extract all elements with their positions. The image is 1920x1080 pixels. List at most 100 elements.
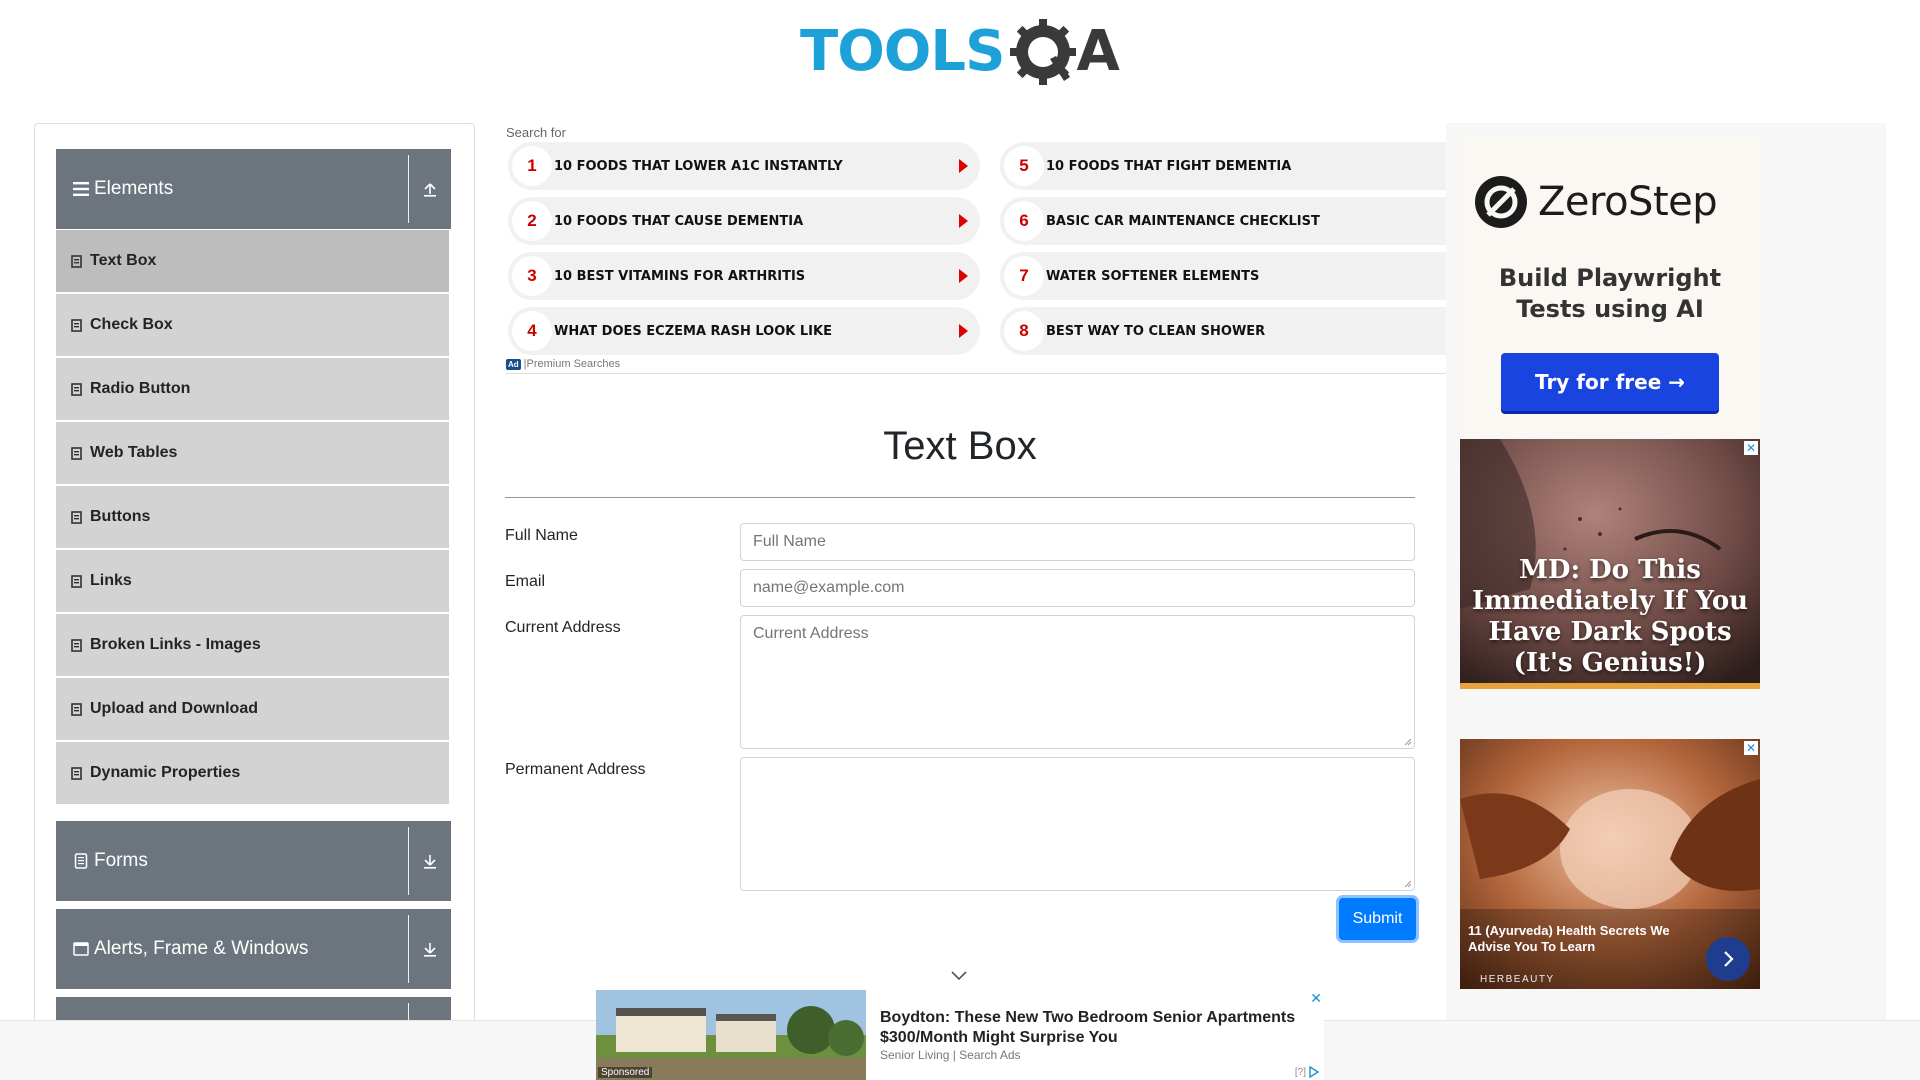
forms-group-title: Forms — [94, 850, 148, 871]
ad-item-text: 10 FOODS THAT LOWER A1C INSTANTLY — [554, 158, 843, 174]
search-ad-item[interactable]: 4 WHAT DOES ECZEMA RASH LOOK LIKE — [508, 307, 980, 355]
header-divider — [408, 155, 409, 223]
search-ad-item[interactable]: 3 10 BEST VITAMINS FOR ARTHRITIS — [508, 252, 980, 300]
permanent-address-label: Permanent Address — [505, 761, 646, 778]
alerts-group-header[interactable]: Alerts, Frame & Windows — [56, 909, 451, 989]
title-divider — [505, 497, 1415, 498]
page-title: Text Box — [883, 424, 1037, 468]
gear-q-icon — [1006, 15, 1080, 89]
sidebar-item-radio-button[interactable]: Radio Button — [56, 358, 449, 420]
ad-close-icon[interactable]: ✕ — [1310, 990, 1322, 1007]
search-ad-item[interactable]: 1 10 FOODS THAT LOWER A1C INSTANTLY — [508, 142, 980, 190]
menu-item-icon — [70, 510, 82, 524]
resize-grip-icon[interactable] — [1404, 738, 1412, 746]
adchoices-icon — [1309, 1066, 1320, 1078]
expand-down-icon[interactable] — [417, 909, 443, 989]
email-label: Email — [505, 573, 546, 590]
header-divider — [408, 827, 409, 895]
sidebar-item-buttons[interactable]: Buttons — [56, 486, 449, 548]
toolsqa-logo[interactable]: TOOLS A — [800, 14, 1120, 90]
resize-grip-icon[interactable] — [1404, 880, 1412, 888]
zerostep-brand: ZeroStep — [1538, 179, 1718, 225]
current-address-label: Current Address — [505, 619, 621, 636]
sidebar-item-label: Buttons — [90, 508, 151, 525]
ad-item-text: 10 FOODS THAT FIGHT DEMENTIA — [1046, 158, 1292, 174]
sidebar-item-label: Web Tables — [90, 444, 178, 461]
play-arrow-icon — [959, 324, 968, 338]
ad-info[interactable]: [?] — [1295, 1066, 1320, 1078]
ayurveda-ad[interactable]: ✕ 11 (Ayurveda) Health Secrets We Advise… — [1460, 739, 1760, 989]
document-icon — [72, 852, 90, 870]
sidebar-item-dynamic-properties[interactable]: Dynamic Properties — [56, 742, 449, 804]
submit-button[interactable]: Submit — [1339, 898, 1416, 940]
ad-badge: Ad — [506, 358, 521, 370]
search-ad-item[interactable]: 2 10 FOODS THAT CAUSE DEMENTIA — [508, 197, 980, 245]
elements-group-header[interactable]: Elements — [56, 149, 451, 229]
sidebar-item-links[interactable]: Links — [56, 550, 449, 612]
sidebar-item-label: Radio Button — [90, 380, 191, 397]
search-ad-item[interactable]: 8 BEST WAY TO CLEAN SHOWER — [1000, 307, 1446, 355]
alerts-group-title: Alerts, Frame & Windows — [94, 938, 309, 959]
menu-item-icon — [70, 702, 82, 716]
ad-item-number: 2 — [512, 201, 552, 241]
ayurveda-ad-brand: HERBEAUTY — [1480, 974, 1555, 985]
menu-item-icon — [70, 574, 82, 588]
ad-item-text: WATER SOFTENER ELEMENTS — [1046, 268, 1260, 284]
ad-item-number: 4 — [512, 311, 552, 351]
full-name-input[interactable]: Full Name — [740, 523, 1415, 561]
ad-item-number: 6 — [1004, 201, 1044, 241]
logo-a: A — [1076, 19, 1120, 84]
ad-item-number: 5 — [1004, 146, 1044, 186]
menu-item-icon — [70, 382, 82, 396]
ad-item-text: 10 BEST VITAMINS FOR ARTHRITIS — [554, 268, 806, 284]
left-sidebar: Elements Text Box Check Box Radio Button… — [34, 123, 475, 1080]
sidebar-item-text-box[interactable]: Text Box — [56, 230, 449, 292]
menu-item-icon — [70, 766, 82, 780]
ad-item-text: WHAT DOES ECZEMA RASH LOOK LIKE — [554, 323, 832, 339]
play-arrow-icon — [959, 269, 968, 283]
menu-item-icon — [70, 254, 82, 268]
zerostep-logo: ZeroStep — [1474, 175, 1718, 229]
full-name-label: Full Name — [505, 527, 578, 544]
forms-group-header[interactable]: Forms — [56, 821, 451, 901]
ad-item-text: BASIC CAR MAINTENANCE CHECKLIST — [1046, 213, 1320, 229]
ayurveda-ad-headline: 11 (Ayurveda) Health Secrets We Advise Y… — [1468, 923, 1670, 954]
expand-down-icon[interactable] — [417, 821, 443, 901]
sidebar-item-upload-download[interactable]: Upload and Download — [56, 678, 449, 740]
zerostep-tagline: Build Playwright Tests using AI — [1498, 264, 1722, 323]
chevron-right-icon[interactable] — [1706, 937, 1750, 981]
ad-item-number: 1 — [512, 146, 552, 186]
ad-close-icon[interactable]: ✕ — [1744, 441, 1758, 455]
ad-close-icon[interactable]: ✕ — [1744, 741, 1758, 755]
zerostep-ad[interactable]: ZeroStep Build Playwright Tests using AI… — [1460, 137, 1760, 437]
ad-item-text: BEST WAY TO CLEAN SHOWER — [1046, 323, 1266, 339]
sidebar-item-broken-links[interactable]: Broken Links - Images — [56, 614, 449, 676]
search-ad-item[interactable]: 7 WATER SOFTENER ELEMENTS — [1000, 252, 1446, 300]
bottom-ad-source: Senior Living | Search Ads — [880, 1048, 1021, 1062]
dark-spots-ad-headline: MD: Do This Immediately If You Have Dark… — [1471, 555, 1749, 678]
search-ad-footer: Ad | Premium Searches — [506, 358, 620, 370]
bottom-sponsored-ad[interactable]: Sponsored Boydton: These New Two Bedroom… — [596, 990, 1324, 1080]
sidebar-item-web-tables[interactable]: Web Tables — [56, 422, 449, 484]
dark-spots-ad[interactable]: ✕ MD: Do This Immediately If You Have Da… — [1460, 439, 1760, 689]
try-for-free-button[interactable]: Try for free → — [1501, 353, 1719, 411]
header-divider — [408, 915, 409, 983]
menu-item-icon — [70, 638, 82, 652]
permanent-address-textarea[interactable] — [740, 757, 1415, 891]
elements-group-title: Elements — [94, 178, 174, 199]
zerostep-logo-icon — [1475, 176, 1527, 228]
window-icon — [72, 940, 90, 958]
search-ad-item[interactable]: 5 10 FOODS THAT FIGHT DEMENTIA — [1000, 142, 1446, 190]
sidebar-item-label: Check Box — [90, 316, 173, 333]
sidebar-item-label: Links — [90, 572, 132, 589]
current-address-textarea[interactable]: Current Address — [740, 615, 1415, 749]
play-arrow-icon — [959, 159, 968, 173]
search-ad-item[interactable]: 6 BASIC CAR MAINTENANCE CHECKLIST — [1000, 197, 1446, 245]
sidebar-item-check-box[interactable]: Check Box — [56, 294, 449, 356]
ad-footer-text: Premium Searches — [526, 358, 621, 370]
menu-item-icon — [70, 318, 82, 332]
collapse-up-icon[interactable] — [417, 149, 443, 229]
current-address-placeholder: Current Address — [753, 625, 869, 642]
email-input[interactable]: name@example.com — [740, 569, 1415, 607]
chevron-down-icon[interactable] — [950, 970, 968, 982]
